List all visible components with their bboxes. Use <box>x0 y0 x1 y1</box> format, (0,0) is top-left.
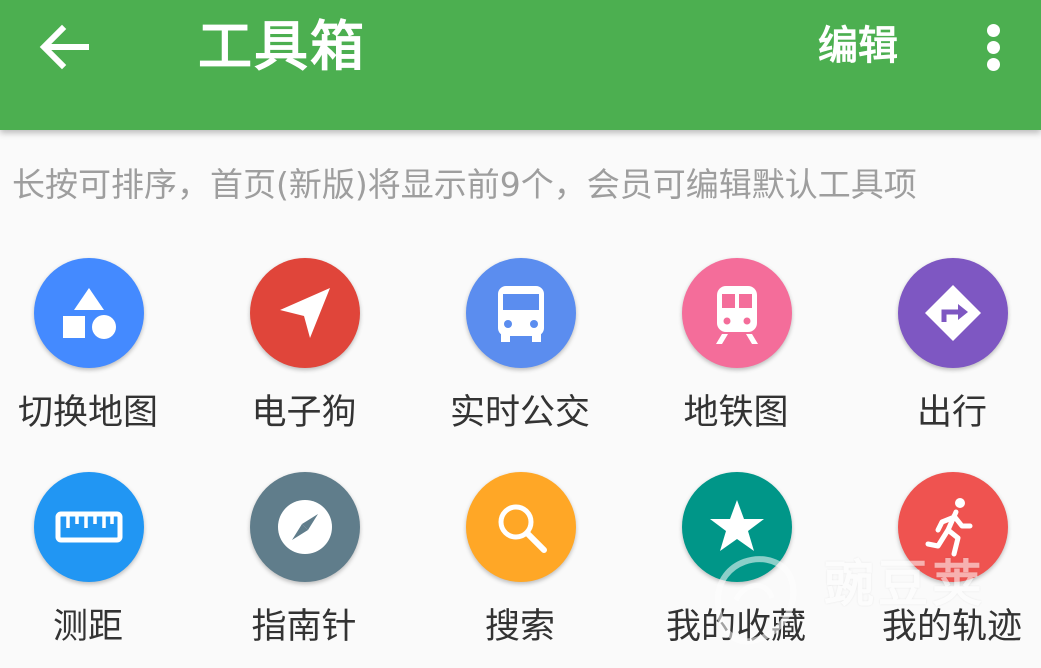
tool-realtime-bus[interactable]: 实时公交 <box>420 250 620 450</box>
tool-label: 我的收藏 <box>665 607 806 647</box>
more-vert-dot <box>987 58 1000 71</box>
tool-icon-circle <box>466 258 576 368</box>
sort-hint-text: 长按可排序，首页(新版)将显示前9个，会员可编辑默认工具项 <box>12 165 917 204</box>
tool-icon-circle <box>682 472 792 582</box>
tool-compass[interactable]: 指南针 <box>204 464 404 664</box>
tool-icon-circle <box>34 472 144 582</box>
directions-icon <box>925 285 981 341</box>
tool-my-favorites[interactable]: 我的收藏 <box>636 464 836 664</box>
more-vert-icon <box>987 24 1000 37</box>
tool-grid: 切换地图 电子狗 实时公交 地铁图 出行 测距 指南针 搜索 我的收藏 我的轨迹 <box>0 250 1041 668</box>
tool-subway-map[interactable]: 地铁图 <box>636 250 836 450</box>
tool-icon-circle <box>898 258 1008 368</box>
compass-icon <box>278 500 332 554</box>
back-button[interactable] <box>26 14 102 80</box>
app-bar: 工具箱 编辑 <box>0 0 1041 130</box>
ruler-icon <box>55 511 123 543</box>
edit-button[interactable]: 编辑 <box>808 16 908 76</box>
tool-icon-circle <box>466 472 576 582</box>
layers-shapes-icon <box>63 288 116 339</box>
tool-my-tracks[interactable]: 我的轨迹 <box>852 464 1041 664</box>
tool-label: 我的轨迹 <box>881 607 1022 647</box>
search-icon <box>498 504 547 553</box>
tool-icon-circle <box>34 258 144 368</box>
tool-travel[interactable]: 出行 <box>852 250 1041 450</box>
tool-label: 指南针 <box>251 607 357 647</box>
arrow-back-icon <box>39 24 89 70</box>
tool-search[interactable]: 搜索 <box>420 464 620 664</box>
tool-electronic-dog[interactable]: 电子狗 <box>204 250 404 450</box>
tool-label: 实时公交 <box>449 393 590 433</box>
more-vert-dot <box>987 41 1000 54</box>
navigation-arrow-icon <box>280 288 330 338</box>
more-options-button[interactable] <box>970 14 1018 80</box>
tool-switch-map[interactable]: 切换地图 <box>0 250 188 450</box>
subway-icon <box>716 286 758 344</box>
tool-icon-circle <box>898 472 1008 582</box>
tool-label: 切换地图 <box>17 393 158 433</box>
running-person-icon <box>925 498 973 557</box>
star-icon <box>710 500 764 551</box>
tool-label: 地铁图 <box>683 393 789 433</box>
tool-label: 搜索 <box>484 607 555 647</box>
tool-label: 电子狗 <box>251 393 357 433</box>
page-title: 工具箱 <box>198 15 366 78</box>
tool-icon-circle <box>250 472 360 582</box>
tool-icon-circle <box>250 258 360 368</box>
tool-label: 出行 <box>916 393 987 433</box>
tool-label: 测距 <box>52 607 123 647</box>
bus-icon <box>498 286 544 342</box>
tool-icon-circle <box>682 258 792 368</box>
tool-measure-distance[interactable]: 测距 <box>0 464 188 664</box>
